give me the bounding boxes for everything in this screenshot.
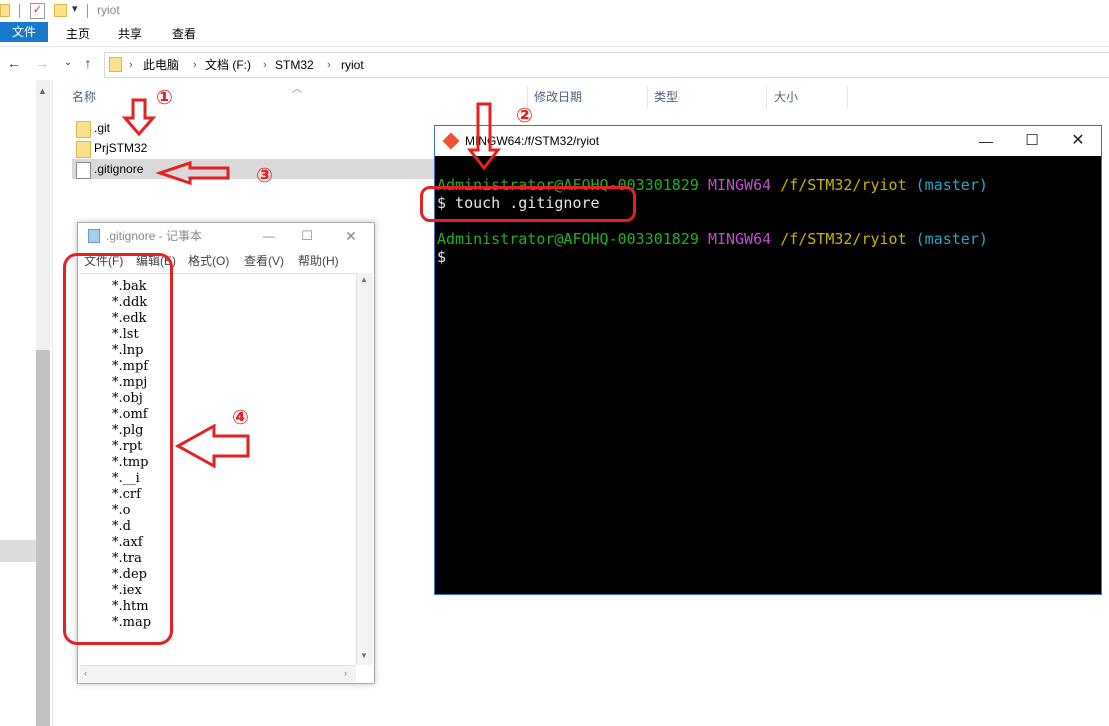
- annotation-box-command: [420, 186, 636, 222]
- annotation-arrow-2: [466, 102, 502, 171]
- annotation-arrow-4: [174, 423, 250, 469]
- annotation-box-ignore-list: [63, 253, 173, 645]
- annotation-marker-2: ②: [516, 105, 533, 127]
- annotation-marker-1: ①: [156, 87, 173, 109]
- annotation-arrow-1: [121, 98, 157, 137]
- annotation-marker-3: ③: [256, 165, 273, 187]
- annotation-marker-4: ④: [232, 407, 249, 429]
- annotation-arrow-3: [155, 160, 230, 186]
